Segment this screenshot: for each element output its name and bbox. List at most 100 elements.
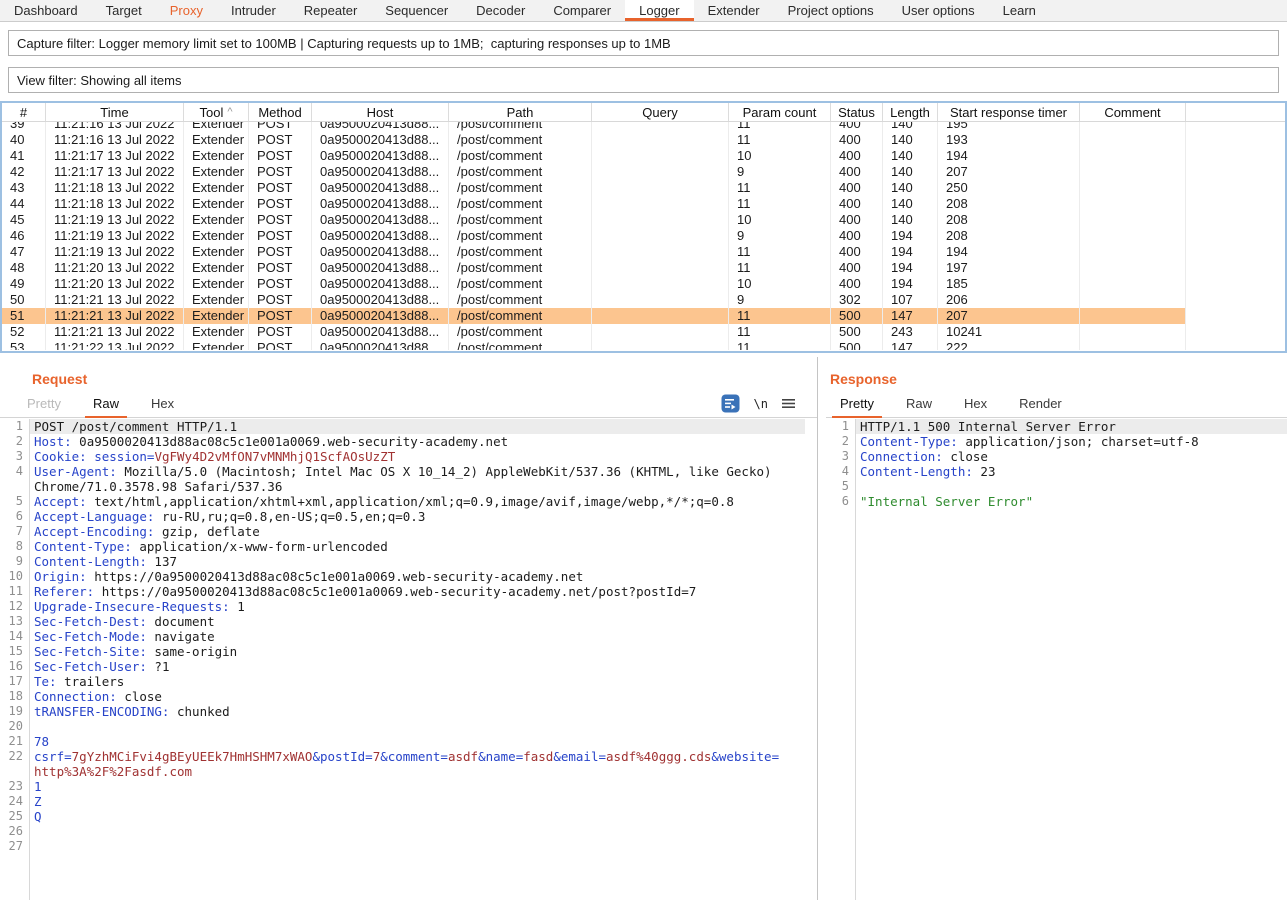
editor-menu-icon[interactable] (782, 398, 795, 409)
column-header-path[interactable]: Path (449, 103, 592, 121)
top-tab-proxy[interactable]: Proxy (156, 0, 217, 21)
top-tab-comparer[interactable]: Comparer (539, 0, 625, 21)
cell-path: /post/comment (449, 122, 592, 132)
column-header-query[interactable]: Query (592, 103, 729, 121)
line-text: Connection: close (29, 689, 805, 704)
response-code[interactable]: 1HTTP/1.1 500 Internal Server Error2Cont… (826, 419, 1287, 900)
request-code-line-13: 13Sec-Fetch-Dest: document (0, 614, 805, 629)
cell-query (592, 164, 729, 180)
view-filter-bar[interactable]: View filter: Showing all items (8, 67, 1279, 93)
top-tab-intruder[interactable]: Intruder (217, 0, 290, 21)
line-number: 4 (826, 464, 855, 479)
request-code[interactable]: 1POST /post/comment HTTP/1.12Host: 0a950… (0, 419, 805, 900)
request-tabrow: Pretty Raw Hex \n (0, 393, 817, 418)
cell-start-response-timer: 195 (938, 122, 1080, 132)
cell-length: 194 (883, 244, 938, 260)
cell-status: 302 (831, 292, 883, 308)
table-row-46[interactable]: 4611:21:19 13 Jul 2022ExtenderPOST0a9500… (2, 228, 1285, 244)
line-text (29, 719, 805, 734)
column-header-param-count[interactable]: Param count (729, 103, 831, 121)
line-text: Accept-Language: ru-RU,ru;q=0.8,en-US;q=… (29, 509, 805, 524)
column-header-method[interactable]: Method (249, 103, 312, 121)
cell-length: 194 (883, 276, 938, 292)
table-row-45[interactable]: 4511:21:19 13 Jul 2022ExtenderPOST0a9500… (2, 212, 1285, 228)
cell-comment (1080, 276, 1186, 292)
table-row-40[interactable]: 4011:21:16 13 Jul 2022ExtenderPOST0a9500… (2, 132, 1285, 148)
cell-host: 0a9500020413d88... (312, 340, 449, 350)
response-code-line-6: 6"Internal Server Error" (826, 494, 1287, 509)
line-number: 22 (0, 749, 29, 764)
cell-time: 11:21:18 13 Jul 2022 (46, 196, 184, 212)
table-row-48[interactable]: 4811:21:20 13 Jul 2022ExtenderPOST0a9500… (2, 260, 1285, 276)
line-text: Sec-Fetch-Dest: document (29, 614, 805, 629)
response-tab-render[interactable]: Render (1009, 393, 1072, 417)
cell-length: 140 (883, 148, 938, 164)
table-row-47[interactable]: 4711:21:19 13 Jul 2022ExtenderPOST0a9500… (2, 244, 1285, 260)
cell-filler (1186, 148, 1285, 164)
top-tab-sequencer[interactable]: Sequencer (371, 0, 462, 21)
top-tab-logger[interactable]: Logger (625, 0, 693, 21)
table-row-39[interactable]: 3911:21:16 13 Jul 2022ExtenderPOST0a9500… (2, 122, 1285, 132)
table-row-53[interactable]: 5311:21:22 13 Jul 2022ExtenderPOST0a9500… (2, 340, 1285, 350)
line-text: 78 (29, 734, 805, 749)
column-header--[interactable]: # (2, 103, 46, 121)
table-row-50[interactable]: 5011:21:21 13 Jul 2022ExtenderPOST0a9500… (2, 292, 1285, 308)
cell--: 48 (2, 260, 46, 276)
table-row-42[interactable]: 4211:21:17 13 Jul 2022ExtenderPOST0a9500… (2, 164, 1285, 180)
request-code-line-25: 25Q (0, 809, 805, 824)
cell--: 51 (2, 308, 46, 324)
column-header-start-response-timer[interactable]: Start response timer (938, 103, 1080, 121)
column-header-comment[interactable]: Comment (1080, 103, 1186, 121)
top-tab-extender[interactable]: Extender (694, 0, 774, 21)
table-body-viewport[interactable]: 3911:21:16 13 Jul 2022ExtenderPOST0a9500… (2, 122, 1285, 350)
column-header-tool[interactable]: Tool^ (184, 103, 249, 121)
cell--: 41 (2, 148, 46, 164)
response-tab-hex[interactable]: Hex (954, 393, 997, 417)
response-tab-pretty[interactable]: Pretty (830, 393, 884, 417)
table-row-52[interactable]: 5211:21:21 13 Jul 2022ExtenderPOST0a9500… (2, 324, 1285, 340)
table-row-51[interactable]: 5111:21:21 13 Jul 2022ExtenderPOST0a9500… (2, 308, 1285, 324)
top-tab-dashboard[interactable]: Dashboard (0, 0, 92, 21)
line-text: User-Agent: Mozilla/5.0 (Macintosh; Inte… (29, 464, 805, 479)
request-code-line-12: 12Upgrade-Insecure-Requests: 1 (0, 599, 805, 614)
line-number: 21 (0, 734, 29, 749)
response-tab-raw[interactable]: Raw (896, 393, 942, 417)
newline-toggle-icon[interactable]: \n (754, 397, 768, 411)
line-number: 10 (0, 569, 29, 584)
column-header-status[interactable]: Status (831, 103, 883, 121)
prettify-icon[interactable] (721, 394, 740, 413)
request-code-line-22: 22csrf=7gYzhMCiFvi4gBEyUEEk7HmHSHM7xWAO&… (0, 749, 805, 764)
top-tab-target[interactable]: Target (92, 0, 156, 21)
cell-param-count: 11 (729, 260, 831, 276)
top-tab-decoder[interactable]: Decoder (462, 0, 539, 21)
request-tabs: Pretty Raw Hex (17, 393, 196, 417)
request-code-line-10: 10Origin: https://0a9500020413d88ac08c5c… (0, 569, 805, 584)
request-tab-hex[interactable]: Hex (141, 393, 184, 417)
request-tab-raw[interactable]: Raw (83, 393, 129, 417)
top-tab-project-options[interactable]: Project options (774, 0, 888, 21)
column-header-time[interactable]: Time (46, 103, 184, 121)
request-tab-pretty[interactable]: Pretty (17, 393, 71, 417)
column-header-length[interactable]: Length (883, 103, 938, 121)
cell-query (592, 292, 729, 308)
top-tab-learn[interactable]: Learn (989, 0, 1050, 21)
cell-start-response-timer: 208 (938, 212, 1080, 228)
cell-tool: Extender (184, 122, 249, 132)
cell-filler (1186, 132, 1285, 148)
top-tab-user-options[interactable]: User options (888, 0, 989, 21)
table-row-49[interactable]: 4911:21:20 13 Jul 2022ExtenderPOST0a9500… (2, 276, 1285, 292)
line-text: Content-Type: application/x-www-form-url… (29, 539, 805, 554)
cell-length: 107 (883, 292, 938, 308)
capture-filter-bar[interactable]: Capture filter: Logger memory limit set … (8, 30, 1279, 56)
response-title: Response (830, 371, 1287, 389)
request-code-line-19: 19tRANSFER-ENCODING: chunked (0, 704, 805, 719)
table-header: #TimeTool^MethodHostPathQueryParam count… (2, 103, 1285, 122)
cell-query (592, 212, 729, 228)
table-row-43[interactable]: 4311:21:18 13 Jul 2022ExtenderPOST0a9500… (2, 180, 1285, 196)
line-text: Chrome/71.0.3578.98 Safari/537.36 (29, 479, 805, 494)
column-header-host[interactable]: Host (312, 103, 449, 121)
top-tab-repeater[interactable]: Repeater (290, 0, 371, 21)
table-row-41[interactable]: 4111:21:17 13 Jul 2022ExtenderPOST0a9500… (2, 148, 1285, 164)
cell-status: 400 (831, 164, 883, 180)
table-row-44[interactable]: 4411:21:18 13 Jul 2022ExtenderPOST0a9500… (2, 196, 1285, 212)
